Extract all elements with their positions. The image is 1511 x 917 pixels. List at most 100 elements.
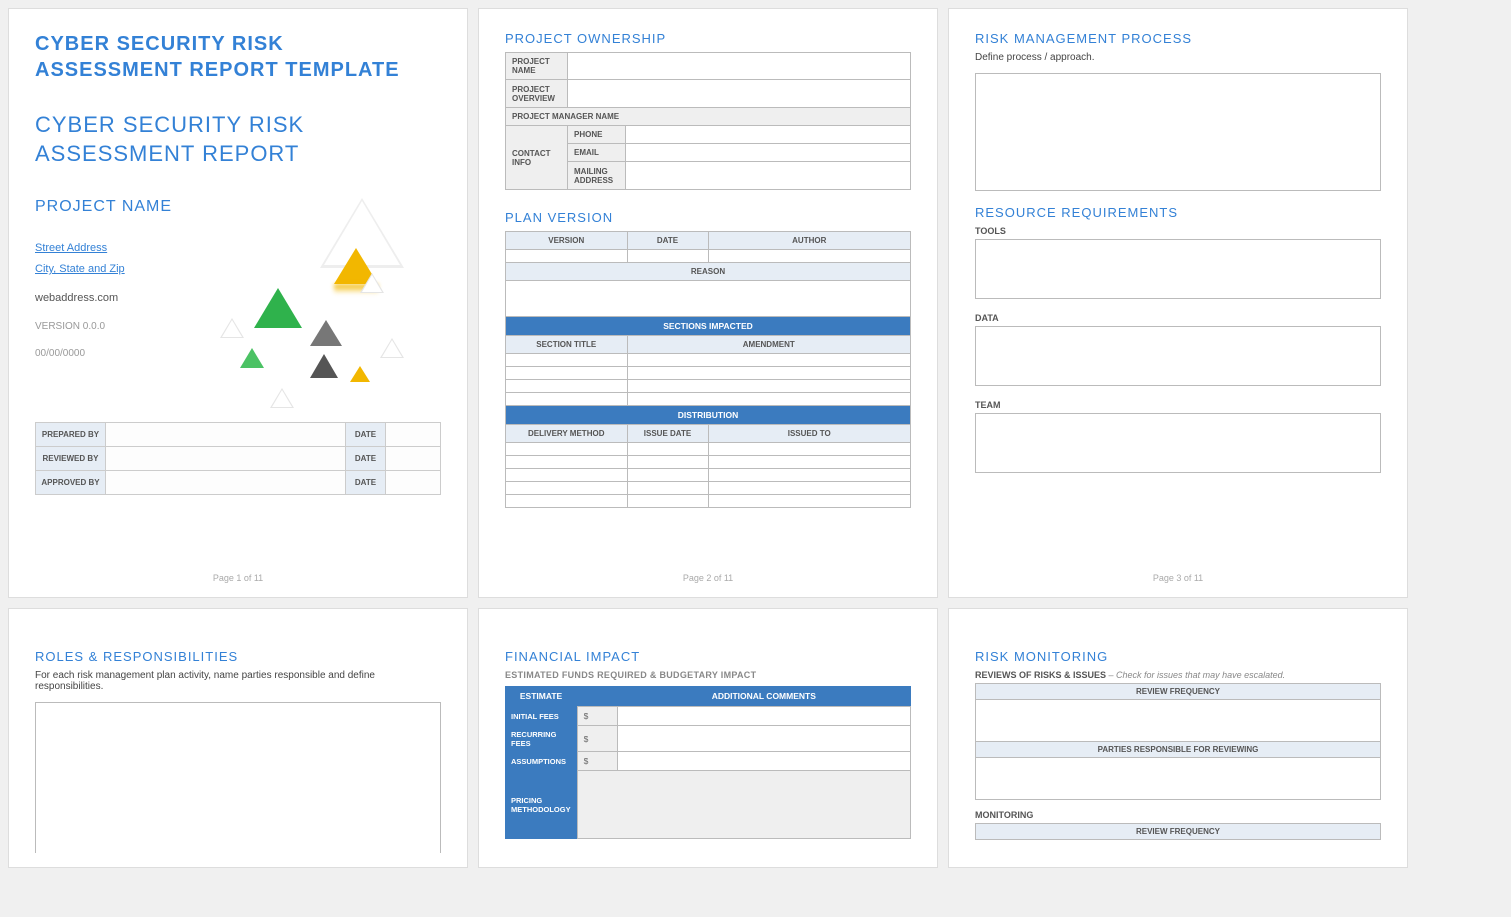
address-block: Street Address City, State and Zip webad… xyxy=(35,238,180,408)
triangle-icon xyxy=(350,366,370,382)
author-header: AUTHOR xyxy=(708,232,911,250)
tools-label: TOOLS xyxy=(975,226,1381,236)
page-3: RISK MANAGEMENT PROCESS Define process /… xyxy=(948,8,1408,598)
date-value xyxy=(386,471,441,495)
roles-box xyxy=(35,702,441,853)
approved-by-label: APPROVED BY xyxy=(36,471,106,495)
project-ownership-heading: PROJECT OWNERSHIP xyxy=(505,31,911,46)
web-address: webaddress.com xyxy=(35,288,180,309)
pages-grid: CYBER SECURITY RISK ASSESSMENT REPORT TE… xyxy=(8,8,1503,868)
additional-comments-header: ADDITIONAL COMMENTS xyxy=(617,686,910,707)
rmp-description: Define process / approach. xyxy=(975,52,1381,63)
roles-description: For each risk management plan activity, … xyxy=(35,670,441,692)
contact-info-label: CONTACT INFO xyxy=(506,126,568,190)
comments-cell xyxy=(617,726,910,752)
parties-responsible-cell xyxy=(976,758,1381,800)
reason-field xyxy=(506,281,911,317)
table-cell xyxy=(506,495,628,508)
table-cell xyxy=(506,380,628,393)
street-address: Street Address xyxy=(35,238,180,259)
date-label: DATE xyxy=(346,447,386,471)
monitoring-table: REVIEW FREQUENCY xyxy=(975,823,1381,840)
table-cell xyxy=(708,250,911,263)
table-cell xyxy=(627,495,708,508)
table-cell xyxy=(506,250,628,263)
table-cell xyxy=(708,456,911,469)
review-frequency-header: REVIEW FREQUENCY xyxy=(976,684,1381,700)
rmp-box xyxy=(975,73,1381,191)
pricing-cell xyxy=(577,771,910,839)
project-overview-label: PROJECT OVERVIEW xyxy=(506,80,568,108)
review-frequency-header: REVIEW FREQUENCY xyxy=(976,824,1381,840)
financial-table: ESTIMATE ADDITIONAL COMMENTS INITIAL FEE… xyxy=(505,686,911,839)
table-cell xyxy=(627,250,708,263)
distribution-band: DISTRIBUTION xyxy=(506,406,911,425)
plan-version-table: VERSION DATE AUTHOR REASON SECTIONS IMPA… xyxy=(505,231,911,508)
estimate-value-header xyxy=(577,686,617,707)
comments-cell xyxy=(617,752,910,771)
page-6: RISK MONITORING REVIEWS OF RISKS & ISSUE… xyxy=(948,608,1408,868)
signoff-table: PREPARED BY DATE REVIEWED BY DATE APPROV… xyxy=(35,422,441,495)
amendment-header: AMENDMENT xyxy=(627,336,911,354)
table-cell xyxy=(627,380,911,393)
reviews-table: REVIEW FREQUENCY PARTIES RESPONSIBLE FOR… xyxy=(975,683,1381,800)
pricing-methodology-label: PRICING METHODOLOGY xyxy=(505,771,577,839)
mailing-field xyxy=(626,162,911,190)
monitoring-subheading: MONITORING xyxy=(975,810,1381,820)
financial-impact-heading: FINANCIAL IMPACT xyxy=(505,649,911,664)
project-name-field xyxy=(568,53,911,80)
issued-to-header: ISSUED TO xyxy=(708,425,911,443)
cover-artwork xyxy=(210,238,441,408)
email-field xyxy=(626,144,911,162)
triangle-icon xyxy=(380,338,404,358)
mailing-label: MAILING ADDRESS xyxy=(568,162,626,190)
roles-responsibilities-heading: ROLES & RESPONSIBILITIES xyxy=(35,649,441,664)
delivery-method-header: DELIVERY METHOD xyxy=(506,425,628,443)
triangle-icon xyxy=(254,288,302,328)
review-frequency-cell xyxy=(976,700,1381,742)
table-cell xyxy=(506,443,628,456)
reviews-title: REVIEWS OF RISKS & ISSUES xyxy=(975,670,1106,680)
table-cell xyxy=(708,469,911,482)
estimated-funds-subheading: ESTIMATED FUNDS REQUIRED & BUDGETARY IMP… xyxy=(505,670,911,680)
page-1: CYBER SECURITY RISK ASSESSMENT REPORT TE… xyxy=(8,8,468,598)
table-cell xyxy=(627,393,911,406)
table-cell xyxy=(627,456,708,469)
table-cell xyxy=(627,367,911,380)
page-2: PROJECT OWNERSHIP PROJECT NAME PROJECT O… xyxy=(478,8,938,598)
risk-monitoring-heading: RISK MONITORING xyxy=(975,649,1381,664)
tools-box xyxy=(975,239,1381,299)
page-4: ROLES & RESPONSIBILITIES For each risk m… xyxy=(8,608,468,868)
phone-field xyxy=(626,126,911,144)
dollar-cell: $ xyxy=(577,726,617,752)
template-title-line2: ASSESSMENT REPORT TEMPLATE xyxy=(35,57,441,83)
prepared-by-value xyxy=(106,423,346,447)
assumptions-label: ASSUMPTIONS xyxy=(505,752,577,771)
sections-impacted-band: SECTIONS IMPACTED xyxy=(506,317,911,336)
ownership-table: PROJECT NAME PROJECT OVERVIEW PROJECT MA… xyxy=(505,52,911,190)
page-footer: Page 3 of 11 xyxy=(975,567,1381,583)
table-cell xyxy=(506,393,628,406)
team-box xyxy=(975,413,1381,473)
city-state-zip: City, State and Zip xyxy=(35,259,180,280)
table-cell xyxy=(506,482,628,495)
table-cell xyxy=(627,482,708,495)
phone-label: PHONE xyxy=(568,126,626,144)
project-overview-field xyxy=(568,80,911,108)
reviews-hint: – Check for issues that may have escalat… xyxy=(1106,670,1285,680)
initial-fees-label: INITIAL FEES xyxy=(505,707,577,726)
team-label: TEAM xyxy=(975,400,1381,410)
report-title-line1: CYBER SECURITY RISK xyxy=(35,111,441,140)
table-cell xyxy=(506,354,628,367)
comments-cell xyxy=(617,707,910,726)
approved-by-value xyxy=(106,471,346,495)
data-box xyxy=(975,326,1381,386)
table-cell xyxy=(708,482,911,495)
template-title-line1: CYBER SECURITY RISK xyxy=(35,31,441,57)
resource-requirements-heading: RESOURCE REQUIREMENTS xyxy=(975,205,1381,220)
prepared-by-label: PREPARED BY xyxy=(36,423,106,447)
reviews-subheading: REVIEWS OF RISKS & ISSUES – Check for is… xyxy=(975,670,1381,680)
triangle-icon xyxy=(310,354,338,378)
date-header: DATE xyxy=(627,232,708,250)
reviewed-by-value xyxy=(106,447,346,471)
